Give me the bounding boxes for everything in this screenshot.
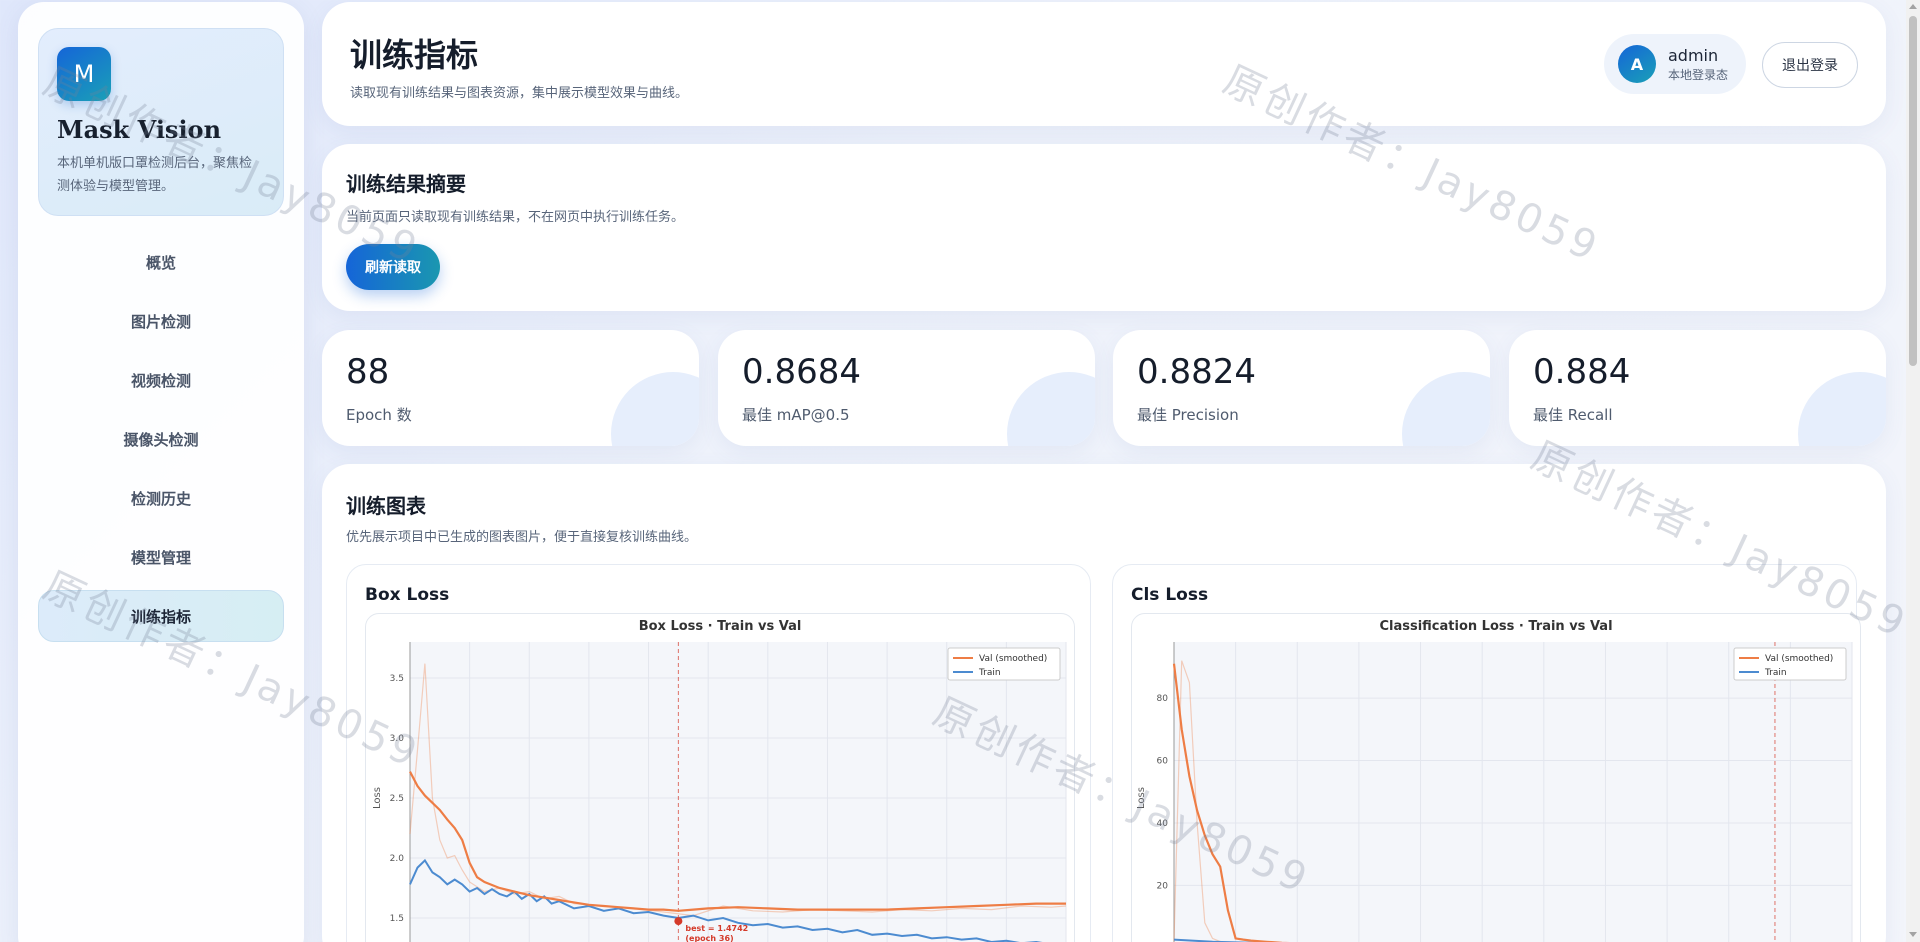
- user-name: admin: [1668, 45, 1719, 65]
- chart-panel-title: Cls Loss: [1131, 585, 1209, 605]
- page-header: 训练指标 读取现有训练结果与图表资源，集中展示模型效果与曲线。 A admin …: [322, 2, 1886, 126]
- page-scrollbar[interactable]: [1906, 0, 1920, 942]
- page-title: 训练指标: [350, 36, 479, 74]
- y-tick-label: 3.0: [390, 734, 405, 744]
- y-tick-label: 3.5: [390, 674, 404, 684]
- training-summary-card: 训练结果摘要 当前页面只读取现有训练结果，不在网页中执行训练任务。 刷新读取: [322, 144, 1886, 311]
- user-chip[interactable]: A admin 本地登录态: [1604, 34, 1746, 94]
- sidebar-item-overview[interactable]: 概览: [38, 236, 284, 288]
- legend-label: Val (smoothed): [979, 654, 1047, 664]
- section-subtitle: 当前页面只读取现有训练结果，不在网页中执行训练任务。: [346, 210, 685, 225]
- y-axis-label: Loss: [1136, 787, 1147, 809]
- chart-image: Classification Loss · Train vs Val 20 40 60…: [1131, 613, 1861, 942]
- brand-desc-line: 本机单机版口罩检测后台，聚焦检: [57, 156, 253, 171]
- stat-value: 0.8684: [742, 352, 861, 392]
- best-label: (epoch 36): [685, 934, 733, 942]
- plot-area: [1174, 642, 1852, 942]
- legend-label: Val (smoothed): [1765, 654, 1833, 664]
- box-loss-chart: Box Loss · Train vs Val 1.5 2.0 2.5 3.0 3.5 Lo…: [372, 619, 1067, 942]
- legend-box: [947, 647, 1061, 681]
- brand-logo: M: [57, 47, 111, 101]
- sidebar-item-training-metrics[interactable]: 训练指标: [38, 590, 284, 642]
- decorative-circle: [1007, 372, 1095, 446]
- brand-name: Mask Vision: [57, 115, 222, 144]
- stat-card-precision: 0.8824 最佳 Precision: [1113, 330, 1490, 446]
- best-label: best = 1.4742: [685, 924, 748, 933]
- stat-card-recall: 0.884 最佳 Recall: [1509, 330, 1886, 446]
- stat-label: Epoch 数: [346, 406, 412, 424]
- sidebar-item-video-detection[interactable]: 视频检测: [38, 354, 284, 406]
- y-tick-label: 20: [1157, 881, 1169, 891]
- section-title: 训练结果摘要: [346, 172, 466, 196]
- avatar: A: [1618, 45, 1656, 83]
- legend-label: Train: [1764, 668, 1787, 678]
- stat-value: 0.8824: [1137, 352, 1256, 392]
- section-subtitle: 优先展示项目中已生成的图表图片，便于直接复核训练曲线。: [346, 530, 698, 545]
- training-charts-card: 训练图表 优先展示项目中已生成的图表图片，便于直接复核训练曲线。 Box Los…: [322, 464, 1886, 942]
- decorative-circle: [1402, 372, 1490, 446]
- page-subtitle: 读取现有训练结果与图表资源，集中展示模型效果与曲线。: [350, 86, 689, 101]
- plot-area: [410, 642, 1066, 942]
- chart-image: Box Loss · Train vs Val 1.5 2.0 2.5 3.0 3.5 Lo…: [365, 613, 1075, 942]
- stat-card-map50: 0.8684 最佳 mAP@0.5: [718, 330, 1095, 446]
- user-meta: admin 本地登录态: [1668, 46, 1728, 83]
- stat-label: 最佳 mAP@0.5: [742, 406, 850, 424]
- y-axis-label: Loss: [372, 787, 383, 809]
- sidebar: M Mask Vision 本机单机版口罩检测后台，聚焦检 测体验与模型管理。 …: [18, 2, 304, 942]
- stat-label: 最佳 Recall: [1533, 406, 1613, 424]
- cls-loss-chart: Classification Loss · Train vs Val 20 40 60…: [1136, 619, 1853, 942]
- sidebar-item-model-management[interactable]: 模型管理: [38, 531, 284, 583]
- y-tick-label: 60: [1157, 757, 1169, 767]
- y-tick-label: 2.0: [390, 854, 405, 864]
- sidebar-item-camera-detection[interactable]: 摄像头检测: [38, 413, 284, 465]
- scroll-down-arrow-icon[interactable]: [1909, 932, 1917, 937]
- refresh-button[interactable]: 刷新读取: [346, 244, 440, 290]
- scroll-up-arrow-icon[interactable]: [1909, 4, 1917, 9]
- section-title: 训练图表: [346, 494, 426, 518]
- stat-card-epochs: 88 Epoch 数: [322, 330, 699, 446]
- chart-title: Box Loss · Train vs Val: [639, 619, 802, 634]
- chart-panel-title: Box Loss: [365, 585, 450, 605]
- chart-panel-box-loss: Box Loss Box Loss · Train vs Val 1.5 2.0 2.…: [346, 564, 1091, 942]
- best-point: [674, 917, 683, 926]
- y-tick-label: 80: [1157, 694, 1169, 704]
- chart-title: Classification Loss · Train vs Val: [1379, 619, 1612, 634]
- brand-card: M Mask Vision 本机单机版口罩检测后台，聚焦检 测体验与模型管理。: [38, 28, 284, 216]
- legend-label: Train: [978, 668, 1001, 678]
- chart-panel-cls-loss: Cls Loss Classification Loss · Train vs …: [1112, 564, 1861, 942]
- logout-button[interactable]: 退出登录: [1762, 42, 1858, 88]
- scroll-thumb[interactable]: [1909, 16, 1917, 366]
- stat-value: 88: [346, 352, 390, 392]
- sidebar-item-detection-history[interactable]: 检测历史: [38, 472, 284, 524]
- sidebar-nav: 概览 图片检测 视频检测 摄像头检测 检测历史 模型管理 训练指标: [38, 236, 284, 642]
- decorative-circle: [1798, 372, 1886, 446]
- brand-description: 本机单机版口罩检测后台，聚焦检 测体验与模型管理。: [57, 152, 265, 198]
- y-tick-label: 40: [1157, 819, 1169, 829]
- decorative-circle: [611, 372, 699, 446]
- stat-value: 0.884: [1533, 352, 1631, 392]
- sidebar-item-image-detection[interactable]: 图片检测: [38, 295, 284, 347]
- y-tick-label: 1.5: [390, 914, 404, 924]
- y-tick-label: 2.5: [390, 794, 404, 804]
- user-status: 本地登录态: [1668, 67, 1729, 82]
- stat-label: 最佳 Precision: [1137, 406, 1239, 424]
- brand-desc-line: 测体验与模型管理。: [57, 179, 175, 194]
- legend-box: [1733, 647, 1847, 681]
